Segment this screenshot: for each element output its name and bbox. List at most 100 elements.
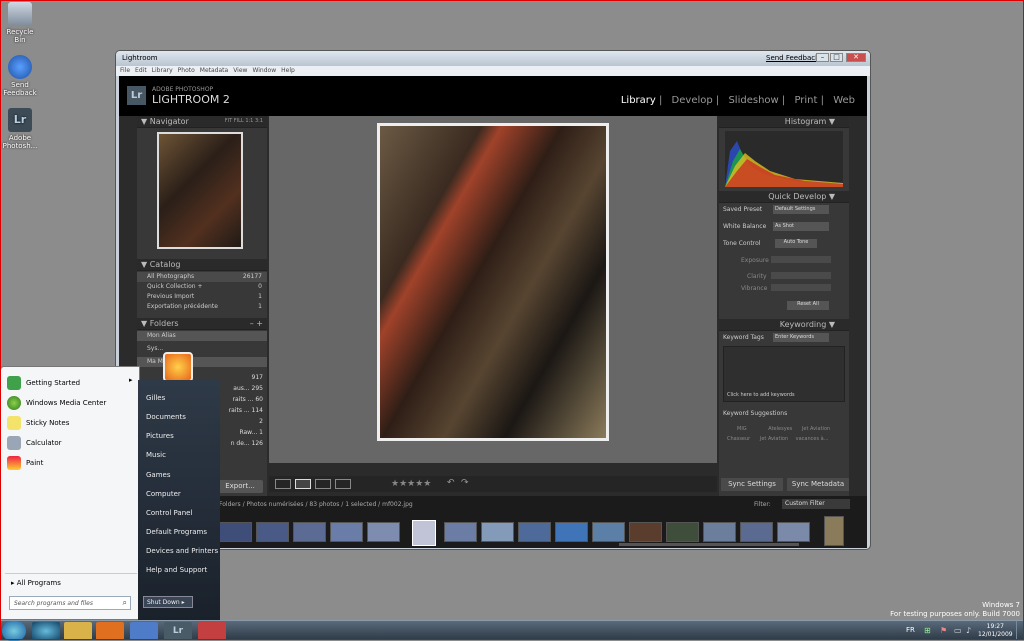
keyword-textarea[interactable]: Click here to add keywords [723, 346, 845, 402]
taskbar-ie-icon[interactable] [32, 622, 60, 640]
user-picture-avatar[interactable] [163, 352, 193, 382]
taskbar-action-center-icon[interactable] [130, 622, 158, 640]
menu-file[interactable]: File [120, 67, 130, 74]
add-folder-icon[interactable]: – + [250, 319, 263, 328]
suggestion[interactable]: Atelesyes [768, 426, 792, 432]
survey-view-icon[interactable] [335, 479, 351, 489]
start-link-pictures[interactable]: Pictures [146, 432, 174, 440]
loupe-view-icon[interactable] [295, 479, 311, 489]
suggestion[interactable]: Jet Aviation [760, 436, 788, 442]
start-search-input[interactable]: Search programs and files ⌕ [9, 596, 131, 610]
filmstrip-thumb[interactable] [518, 522, 551, 542]
filmstrip-thumb[interactable] [703, 522, 736, 542]
main-photo[interactable] [377, 123, 609, 441]
filmstrip-thumb[interactable] [293, 522, 326, 542]
desktop-icon-send-feedback[interactable]: Send Feedback [2, 55, 38, 97]
module-slideshow[interactable]: Slideshow [728, 95, 778, 106]
catalog-item[interactable]: Quick Collection + 0 [137, 282, 267, 292]
start-orb-button[interactable] [2, 621, 26, 641]
suggestion[interactable]: Chasseur [727, 436, 750, 442]
taskbar-paint-icon[interactable] [198, 622, 226, 640]
shutdown-button[interactable]: Shut Down ▸ [143, 596, 193, 608]
start-link-control-panel[interactable]: Control Panel [146, 509, 192, 517]
rotate-right-icon[interactable]: ↷ [461, 478, 469, 488]
white-balance-select[interactable]: As Shot [773, 222, 829, 231]
filmstrip-thumb[interactable] [824, 516, 844, 546]
zoom-3to1[interactable]: 3:1 [255, 118, 263, 124]
quick-develop-header[interactable]: Quick Develop ▼ [719, 191, 849, 203]
reset-all-button[interactable]: Reset All [787, 301, 829, 310]
flag-icon[interactable]: ⚑ [940, 626, 947, 635]
filmstrip-thumb[interactable] [666, 522, 699, 542]
zoom-fill[interactable]: FILL [234, 118, 244, 124]
filmstrip-thumb[interactable] [555, 522, 588, 542]
folders-header[interactable]: ▼ Folders – + [137, 318, 267, 330]
start-item-sticky-notes[interactable]: Sticky Notes [7, 416, 69, 430]
network-icon[interactable]: ⊞ [924, 626, 931, 635]
filmstrip-thumb[interactable] [481, 522, 514, 542]
histogram-header[interactable]: Histogram ▼ [719, 116, 849, 128]
volume-icon[interactable]: ♪ [966, 626, 971, 635]
rating-stars[interactable]: ★★★★★ [391, 479, 431, 489]
start-item-media-center[interactable]: Windows Media Center [7, 396, 106, 410]
monitor-icon[interactable]: ▭ [954, 626, 962, 635]
start-item-calculator[interactable]: Calculator [7, 436, 62, 450]
grid-view-icon[interactable] [275, 479, 291, 489]
start-link-games[interactable]: Games [146, 471, 171, 479]
navigator-header[interactable]: ▼ Navigator FIT FILL 1:1 3:1 [137, 116, 267, 128]
clock[interactable]: 19:27 12/01/2009 [978, 623, 1013, 639]
start-link-default-programs[interactable]: Default Programs [146, 528, 207, 536]
language-indicator[interactable]: FR [906, 626, 915, 634]
maximize-button[interactable]: □ [830, 53, 843, 62]
send-feedback-link[interactable]: Send Feedback [766, 54, 819, 62]
start-link-help-support[interactable]: Help and Support [146, 566, 207, 574]
catalog-item[interactable]: All Photographs 26177 [137, 272, 267, 282]
filmstrip-thumb[interactable] [219, 522, 252, 542]
filmstrip-thumb[interactable] [367, 522, 400, 542]
desktop-icon-recycle-bin[interactable]: Recycle Bin [2, 2, 38, 44]
sync-metadata-button[interactable]: Sync Metadata [787, 478, 849, 491]
catalog-item[interactable]: Exportation précédente 1 [137, 302, 267, 312]
navigator-preview[interactable] [157, 132, 243, 249]
start-link-music[interactable]: Music [146, 451, 166, 459]
vibrance-stepper[interactable] [771, 284, 831, 291]
filmstrip-path[interactable]: Folders / Photos numérisées / 83 photos … [219, 501, 413, 508]
folder-row[interactable]: Ma Ma... [137, 357, 267, 367]
suggestion[interactable]: MIG [737, 426, 747, 432]
zoom-1to1[interactable]: 1:1 [245, 118, 253, 124]
menu-window[interactable]: Window [252, 67, 276, 74]
taskbar-media-player-icon[interactable] [96, 622, 124, 640]
desktop-icon-photoshop[interactable]: Lr Adobe Photosh... [2, 108, 38, 150]
start-link-devices-printers[interactable]: Devices and Printers [146, 547, 218, 555]
keywording-header[interactable]: Keywording ▼ [719, 319, 849, 331]
menu-help[interactable]: Help [281, 67, 295, 74]
suggestion[interactable]: Jet Aviation [802, 426, 830, 432]
folder-row[interactable]: Sys... [137, 344, 267, 354]
start-link-gilles[interactable]: Gilles [146, 394, 165, 402]
clarity-stepper[interactable] [771, 272, 831, 279]
taskbar-explorer-icon[interactable] [64, 622, 92, 640]
catalog-header[interactable]: ▼ Catalog [137, 259, 267, 271]
exposure-stepper[interactable] [771, 256, 831, 263]
close-button[interactable]: ✕ [846, 53, 866, 62]
filmstrip-thumb[interactable] [444, 522, 477, 542]
menu-edit[interactable]: Edit [135, 67, 147, 74]
filter-select[interactable]: Custom Filter [782, 499, 850, 509]
start-link-computer[interactable]: Computer [146, 490, 181, 498]
filmstrip-thumb[interactable] [256, 522, 289, 542]
module-develop[interactable]: Develop [672, 95, 713, 106]
menu-metadata[interactable]: Metadata [200, 67, 228, 74]
folder-row[interactable]: Mon Alias [137, 331, 267, 341]
filmstrip-thumb[interactable] [330, 522, 363, 542]
suggestion[interactable]: vacances à... [796, 436, 829, 442]
zoom-fit[interactable]: FIT [225, 118, 232, 124]
filmstrip-scrollbar[interactable] [619, 543, 799, 546]
catalog-item[interactable]: Previous Import 1 [137, 292, 267, 302]
filmstrip-thumb-selected[interactable] [412, 520, 436, 546]
export-button[interactable]: Export... [217, 480, 263, 493]
all-programs-link[interactable]: ▸ All Programs [11, 579, 61, 587]
saved-preset-select[interactable]: Default Settings [773, 205, 829, 214]
start-item-paint[interactable]: Paint [7, 456, 43, 470]
module-library[interactable]: Library [621, 95, 656, 106]
minimize-button[interactable]: – [816, 53, 829, 62]
